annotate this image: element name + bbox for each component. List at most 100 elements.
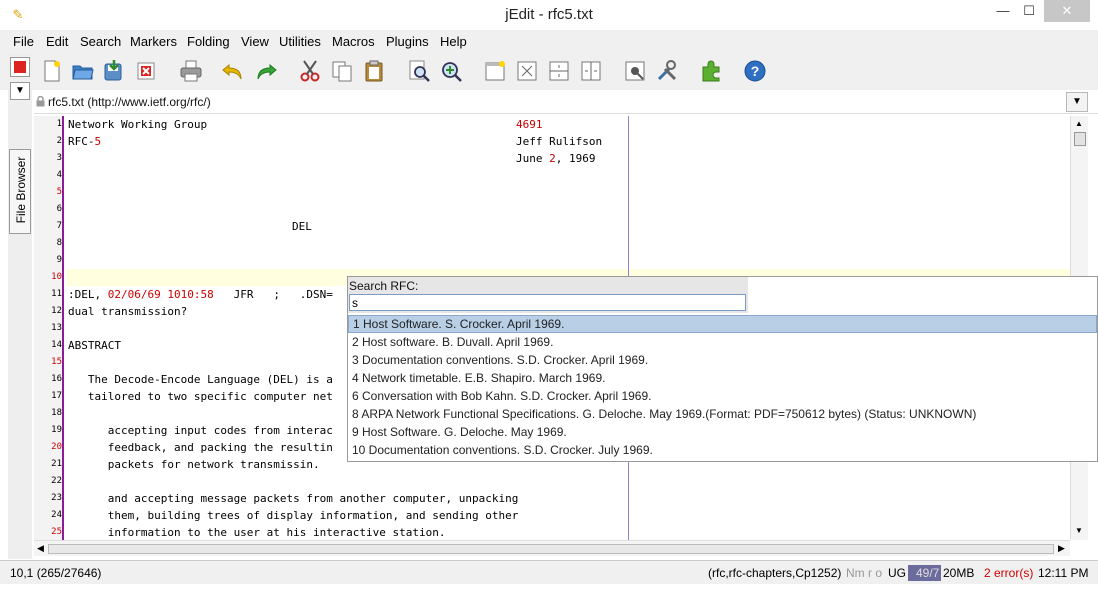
line-number: 15 [51,357,62,367]
lock-icon [36,96,45,107]
close-file-icon[interactable] [134,59,158,83]
search-rfc-input[interactable] [349,294,746,311]
line-number: 20 [51,442,62,452]
buffer-options-icon[interactable] [623,59,647,83]
scroll-up-icon[interactable]: ▲ [1075,119,1083,128]
scroll-thumb[interactable] [1074,132,1086,146]
buffer-dropdown-icon[interactable]: ▼ [1066,92,1088,112]
buffer-label: rfc5.txt (http://www.ietf.org/rfc/) [48,95,211,109]
menu-markers[interactable]: Markers [130,34,177,49]
minimize-button[interactable]: — [990,0,1016,22]
dock-close-icon[interactable] [10,57,30,77]
memory-bar[interactable]: 49/7 [908,565,941,581]
line-number: 2 [56,136,62,146]
maximize-button[interactable]: ☐ [1016,0,1042,22]
new-file-icon[interactable] [40,59,64,83]
text-token: JFR ; .DSN= [213,288,333,301]
rfc-result-item[interactable]: 4 Network timetable. E.B. Shapiro. March… [348,369,1097,387]
menu-utilities[interactable]: Utilities [279,34,321,49]
text-line: June 2, 1969 [516,150,596,167]
text-line: information to the user at his interacti… [68,526,446,539]
menu-edit[interactable]: Edit [46,34,68,49]
line-number: 4 [56,170,62,180]
text-line: 4691 [516,118,543,131]
line-number: 10 [51,272,62,282]
split-vertical-icon[interactable] [579,59,603,83]
dock-menu-arrow-icon[interactable]: ▼ [10,82,30,100]
line-number: 18 [51,408,62,418]
title-bar: ✎ jEdit - rfc5.txt — ☐ ✕ [0,0,1098,30]
text-line: Network Working Group [68,118,208,131]
split-horizontal-icon[interactable] [547,59,571,83]
rfc-result-item[interactable]: 10 Documentation conventions. S.D. Crock… [348,441,1097,459]
plugin-manager-icon[interactable] [699,59,723,83]
rfc-result-item[interactable]: 8 ARPA Network Functional Specifications… [348,405,1097,423]
paste-icon[interactable] [362,59,386,83]
text-token: 2 [549,152,556,165]
new-view-icon[interactable] [483,59,507,83]
rfc-result-item[interactable]: 9 Host Software. G. Deloche. May 1969. [348,423,1097,441]
find-in-files-icon[interactable] [439,59,463,83]
line-number: 23 [51,493,62,503]
open-file-icon[interactable] [71,59,95,83]
file-browser-tab-label: File Browser [14,156,28,224]
buffer-switcher: rfc5.txt (http://www.ietf.org/rfc/) ▼ [34,90,1098,114]
copy-icon[interactable] [330,59,354,83]
line-number: 13 [51,323,62,333]
text-token: RFC- [68,135,95,148]
help-icon[interactable]: ? [743,59,767,83]
text-token: 5 [94,135,102,148]
text-line: The Decode-Encode Language (DEL) is a [68,373,333,386]
rfc-result-item[interactable]: 6 Conversation with Bob Kahn. S.D. Crock… [348,387,1097,405]
rfc-result-item[interactable]: 3 Documentation conventions. S.D. Crocke… [348,351,1097,369]
line-number: 6 [56,204,62,214]
menu-macros[interactable]: Macros [332,34,375,49]
menu-file[interactable]: File [13,34,34,49]
text-token: , 1969 [555,152,596,165]
svg-text:?: ? [751,63,760,79]
rfc-result-item[interactable]: 1 Host Software. S. Crocker. April 1969. [348,315,1097,333]
line-number: 14 [51,340,62,350]
status-bar: 10,1 (265/27646) (rfc,rfc-chapters,Cp125… [0,560,1098,584]
redo-icon[interactable] [254,59,278,83]
global-options-icon[interactable] [655,59,679,83]
rfc-result-item[interactable]: 2 Host software. B. Duvall. April 1969. [348,333,1097,351]
menu-bar: File Edit Search Markers Folding View Ut… [0,30,1098,52]
text-line: them, building trees of display informat… [68,509,519,522]
scroll-right-icon[interactable]: ▶ [1058,543,1065,554]
text-line: dual transmission? [68,305,188,318]
line-number: 25 [51,527,62,537]
search-rfc-popup: Search RFC: 1 Host Software. S. Crocker.… [347,276,1098,462]
rfc-results-list: 1 Host Software. S. Crocker. April 1969.… [348,315,1097,459]
buffer-flags-status[interactable]: Nm r o [846,566,882,580]
save-icon[interactable] [102,59,126,83]
menu-search[interactable]: Search [80,34,121,49]
print-icon[interactable] [179,59,203,83]
error-count-status[interactable]: 2 error(s) [984,566,1033,580]
menu-plugins[interactable]: Plugins [386,34,429,49]
file-browser-tab[interactable]: File Browser [9,149,31,234]
unsplit-icon[interactable] [515,59,539,83]
find-icon[interactable] [407,59,431,83]
menu-folding[interactable]: Folding [187,34,230,49]
menu-view[interactable]: View [241,34,269,49]
line-number: 7 [56,221,62,231]
text-line: feedback, and packing the resultin [68,441,333,454]
scroll-left-icon[interactable]: ◀ [37,543,44,554]
scroll-down-icon[interactable]: ▼ [1075,526,1083,535]
menu-help[interactable]: Help [440,34,467,49]
encoding-status[interactable]: UG [888,566,906,580]
line-number: 19 [51,425,62,435]
cut-icon[interactable] [298,59,322,83]
horizontal-scrollbar[interactable]: ◀ ▶ [34,540,1070,556]
undo-icon[interactable] [221,59,245,83]
scroll-thumb[interactable] [48,544,1054,554]
line-number: 21 [51,459,62,469]
mode-status[interactable]: (rfc,rfc-chapters,Cp1252) [708,566,841,580]
caret-status[interactable]: 10,1 (265/27646) [10,566,101,580]
popup-header: Search RFC: [348,277,748,313]
close-window-button[interactable]: ✕ [1044,0,1090,22]
line-number: 3 [56,153,62,163]
left-dock: ▼ File Browser [8,54,32,559]
line-number: 22 [51,476,62,486]
